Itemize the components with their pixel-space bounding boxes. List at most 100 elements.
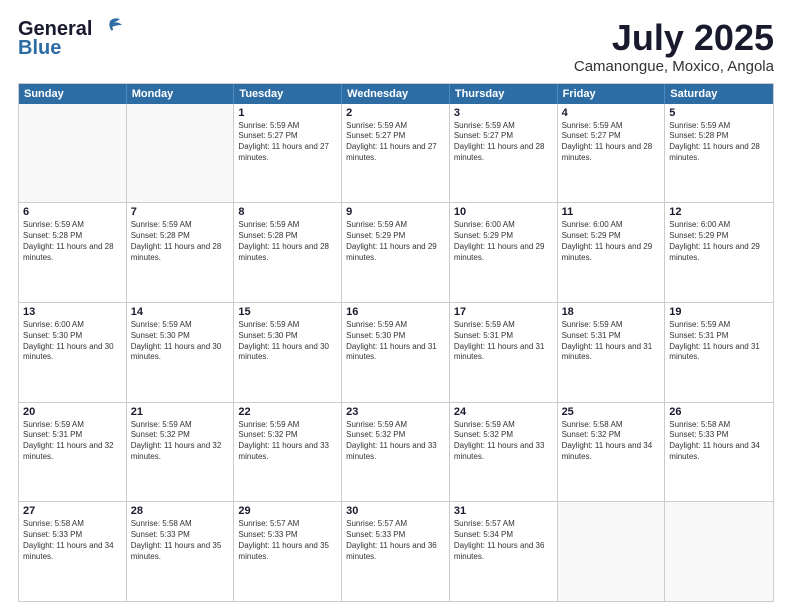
day-number: 19: [669, 306, 769, 318]
day-number: 10: [454, 206, 553, 218]
day-number: 14: [131, 306, 230, 318]
day-header-saturday: Saturday: [665, 84, 773, 104]
calendar-cell: 20Sunrise: 5:59 AM Sunset: 5:31 PM Dayli…: [19, 403, 127, 502]
cell-info: Sunrise: 5:59 AM Sunset: 5:29 PM Dayligh…: [346, 220, 445, 263]
cell-info: Sunrise: 5:59 AM Sunset: 5:31 PM Dayligh…: [454, 320, 553, 363]
day-number: 29: [238, 505, 337, 517]
day-number: 15: [238, 306, 337, 318]
day-number: 2: [346, 107, 445, 119]
calendar-cell: 7Sunrise: 5:59 AM Sunset: 5:28 PM Daylig…: [127, 203, 235, 302]
cell-info: Sunrise: 5:59 AM Sunset: 5:27 PM Dayligh…: [346, 121, 445, 164]
calendar-cell: 26 Sunrise: 5:58 AM Sunset: 5:33 PM Dayli…: [665, 403, 773, 502]
day-number: 18: [562, 306, 661, 318]
calendar-cell: 21Sunrise: 5:59 AM Sunset: 5:32 PM Dayli…: [127, 403, 235, 502]
cell-info: Sunrise: 5:59 AM Sunset: 5:27 PM Dayligh…: [562, 121, 661, 164]
day-number: 21: [131, 406, 230, 418]
day-number: 9: [346, 206, 445, 218]
calendar-row-1: 1Sunrise: 5:59 AM Sunset: 5:27 PM Daylig…: [19, 104, 773, 203]
day-number: 11: [562, 206, 661, 218]
cell-info: Sunrise: 5:58 AM Sunset: 5:33 PM Dayligh…: [131, 519, 230, 562]
calendar-cell: 1Sunrise: 5:59 AM Sunset: 5:27 PM Daylig…: [234, 104, 342, 203]
day-number: 30: [346, 505, 445, 517]
cell-info: Sunrise: 5:57 AM Sunset: 5:33 PM Dayligh…: [238, 519, 337, 562]
day-header-sunday: Sunday: [19, 84, 127, 104]
calendar-row-4: 20Sunrise: 5:59 AM Sunset: 5:31 PM Dayli…: [19, 402, 773, 502]
calendar-cell: [127, 104, 235, 203]
cell-info: Sunrise: 5:59 AM Sunset: 5:28 PM Dayligh…: [23, 220, 122, 263]
day-header-wednesday: Wednesday: [342, 84, 450, 104]
cell-info: Sunrise: 5:57 AM Sunset: 5:34 PM Dayligh…: [454, 519, 553, 562]
day-number: 31: [454, 505, 553, 517]
cell-info: Sunrise: 5:58 AM Sunset: 5:33 PM Dayligh…: [23, 519, 122, 562]
cell-info: Sunrise: 5:59 AM Sunset: 5:31 PM Dayligh…: [23, 420, 122, 463]
day-number: 8: [238, 206, 337, 218]
calendar-row-5: 27 Sunrise: 5:58 AM Sunset: 5:33 PM Dayli…: [19, 501, 773, 601]
calendar-cell: 19Sunrise: 5:59 AM Sunset: 5:31 PM Dayli…: [665, 303, 773, 402]
cell-info: Sunrise: 5:58 AM Sunset: 5:33 PM Dayligh…: [669, 420, 769, 463]
calendar-row-2: 6 Sunrise: 5:59 AM Sunset: 5:28 PM Daylig…: [19, 202, 773, 302]
calendar-cell: 18Sunrise: 5:59 AM Sunset: 5:31 PM Dayli…: [558, 303, 666, 402]
day-number: 16: [346, 306, 445, 318]
calendar-row-3: 13Sunrise: 6:00 AM Sunset: 5:30 PM Dayli…: [19, 302, 773, 402]
cell-info: Sunrise: 6:00 AM Sunset: 5:29 PM Dayligh…: [454, 220, 553, 263]
calendar-cell: 17Sunrise: 5:59 AM Sunset: 5:31 PM Dayli…: [450, 303, 558, 402]
calendar-cell: 4 Sunrise: 5:59 AM Sunset: 5:27 PM Daylig…: [558, 104, 666, 203]
calendar-cell: 6 Sunrise: 5:59 AM Sunset: 5:28 PM Daylig…: [19, 203, 127, 302]
cell-info: Sunrise: 6:00 AM Sunset: 5:29 PM Dayligh…: [669, 220, 769, 263]
logo: General Blue: [18, 18, 124, 60]
cell-info: Sunrise: 5:59 AM Sunset: 5:30 PM Dayligh…: [346, 320, 445, 363]
calendar-header: SundayMondayTuesdayWednesdayThursdayFrid…: [19, 84, 773, 104]
cell-info: Sunrise: 5:59 AM Sunset: 5:27 PM Dayligh…: [454, 121, 553, 164]
calendar-cell: 27 Sunrise: 5:58 AM Sunset: 5:33 PM Dayli…: [19, 502, 127, 601]
cell-info: Sunrise: 5:59 AM Sunset: 5:32 PM Dayligh…: [454, 420, 553, 463]
calendar-cell: 30 Sunrise: 5:57 AM Sunset: 5:33 PM Dayli…: [342, 502, 450, 601]
cell-info: Sunrise: 6:00 AM Sunset: 5:29 PM Dayligh…: [562, 220, 661, 263]
day-number: 28: [131, 505, 230, 517]
cell-info: Sunrise: 5:59 AM Sunset: 5:32 PM Dayligh…: [346, 420, 445, 463]
calendar-cell: 24 Sunrise: 5:59 AM Sunset: 5:32 PM Dayli…: [450, 403, 558, 502]
logo-blue-text: Blue: [18, 37, 61, 60]
calendar-cell: 29 Sunrise: 5:57 AM Sunset: 5:33 PM Dayli…: [234, 502, 342, 601]
calendar-cell: 25Sunrise: 5:58 AM Sunset: 5:32 PM Dayli…: [558, 403, 666, 502]
logo-bird-icon: [96, 17, 124, 39]
calendar-cell: 9 Sunrise: 5:59 AM Sunset: 5:29 PM Daylig…: [342, 203, 450, 302]
calendar-cell: 3 Sunrise: 5:59 AM Sunset: 5:27 PM Daylig…: [450, 104, 558, 203]
calendar-cell: 15 Sunrise: 5:59 AM Sunset: 5:30 PM Dayli…: [234, 303, 342, 402]
day-number: 3: [454, 107, 553, 119]
subtitle: Camanongue, Moxico, Angola: [574, 58, 774, 75]
page: General Blue July 2025 Camanongue, Moxic…: [0, 0, 792, 612]
day-number: 5: [669, 107, 769, 119]
day-header-thursday: Thursday: [450, 84, 558, 104]
day-number: 26: [669, 406, 769, 418]
cell-info: Sunrise: 5:59 AM Sunset: 5:27 PM Dayligh…: [238, 121, 337, 164]
cell-info: Sunrise: 5:57 AM Sunset: 5:33 PM Dayligh…: [346, 519, 445, 562]
calendar-cell: [665, 502, 773, 601]
calendar-cell: 23 Sunrise: 5:59 AM Sunset: 5:32 PM Dayli…: [342, 403, 450, 502]
month-title: July 2025: [574, 18, 774, 58]
day-header-monday: Monday: [127, 84, 235, 104]
cell-info: Sunrise: 6:00 AM Sunset: 5:30 PM Dayligh…: [23, 320, 122, 363]
cell-info: Sunrise: 5:59 AM Sunset: 5:30 PM Dayligh…: [131, 320, 230, 363]
day-number: 12: [669, 206, 769, 218]
cell-info: Sunrise: 5:59 AM Sunset: 5:28 PM Dayligh…: [669, 121, 769, 164]
calendar-cell: 11 Sunrise: 6:00 AM Sunset: 5:29 PM Dayli…: [558, 203, 666, 302]
day-number: 24: [454, 406, 553, 418]
calendar-cell: 14 Sunrise: 5:59 AM Sunset: 5:30 PM Dayli…: [127, 303, 235, 402]
calendar-cell: 28 Sunrise: 5:58 AM Sunset: 5:33 PM Dayli…: [127, 502, 235, 601]
calendar-cell: 12 Sunrise: 6:00 AM Sunset: 5:29 PM Dayli…: [665, 203, 773, 302]
calendar-cell: 31 Sunrise: 5:57 AM Sunset: 5:34 PM Dayli…: [450, 502, 558, 601]
cell-info: Sunrise: 5:59 AM Sunset: 5:30 PM Dayligh…: [238, 320, 337, 363]
day-number: 6: [23, 206, 122, 218]
calendar-body: 1Sunrise: 5:59 AM Sunset: 5:27 PM Daylig…: [19, 104, 773, 601]
day-number: 4: [562, 107, 661, 119]
day-number: 7: [131, 206, 230, 218]
calendar-cell: 13Sunrise: 6:00 AM Sunset: 5:30 PM Dayli…: [19, 303, 127, 402]
calendar-cell: 16 Sunrise: 5:59 AM Sunset: 5:30 PM Dayli…: [342, 303, 450, 402]
day-number: 23: [346, 406, 445, 418]
calendar-cell: 2 Sunrise: 5:59 AM Sunset: 5:27 PM Daylig…: [342, 104, 450, 203]
cell-info: Sunrise: 5:59 AM Sunset: 5:28 PM Dayligh…: [238, 220, 337, 263]
day-number: 27: [23, 505, 122, 517]
calendar: SundayMondayTuesdayWednesdayThursdayFrid…: [18, 83, 774, 602]
calendar-cell: 5 Sunrise: 5:59 AM Sunset: 5:28 PM Daylig…: [665, 104, 773, 203]
calendar-cell: 8 Sunrise: 5:59 AM Sunset: 5:28 PM Daylig…: [234, 203, 342, 302]
